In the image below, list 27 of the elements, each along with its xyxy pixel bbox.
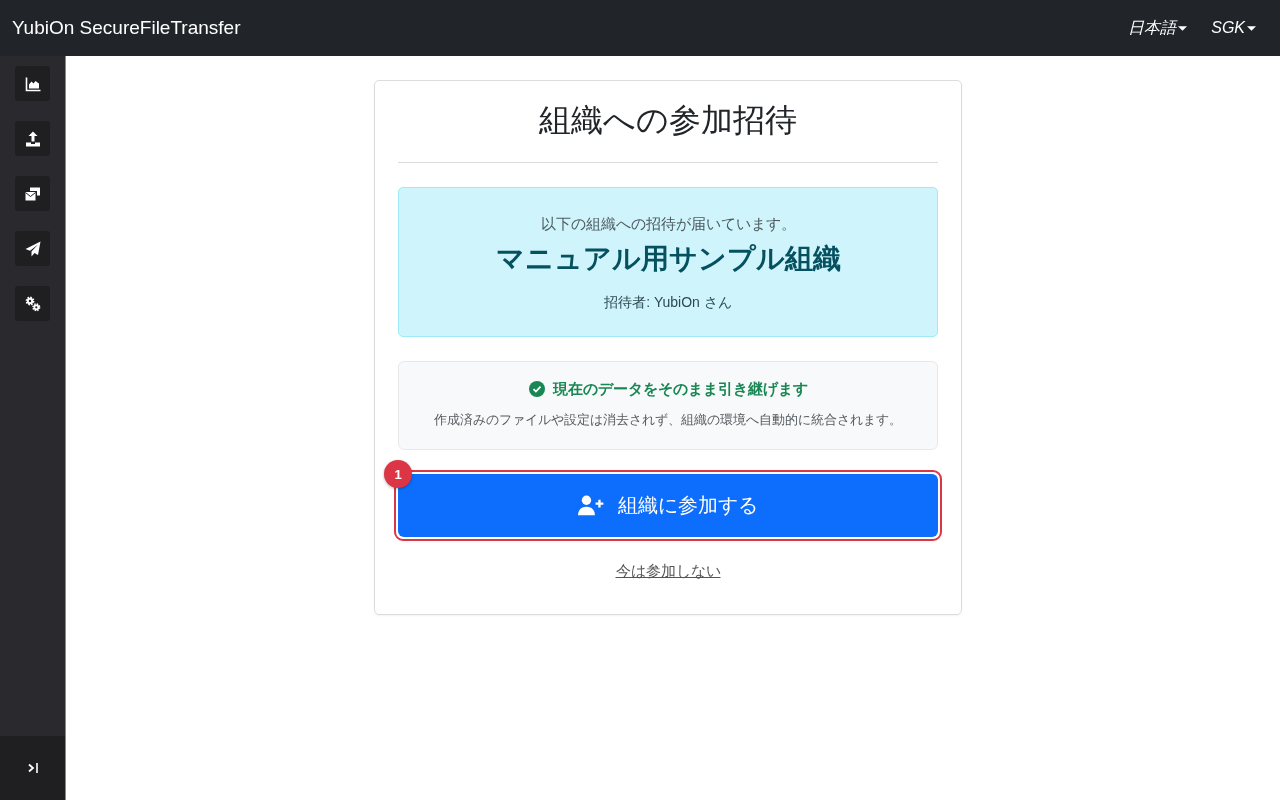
sidebar-button[interactable] (15, 286, 50, 321)
invitation-intro: 以下の組織への招待が届いています。 (540, 214, 796, 235)
sidebar-button[interactable] (15, 66, 50, 101)
nav-dropdown[interactable]: 日本語 (1128, 17, 1188, 39)
nav-dropdown[interactable]: SGK (1211, 17, 1256, 39)
gears-icon (24, 295, 41, 312)
inviter-text: 招待者: YubiOn さん (604, 293, 732, 313)
sidebar-button[interactable] (15, 231, 50, 266)
notice-text: 作成済みのファイルや設定は消去されず、組織の環境へ自動的に統合されます。 (434, 411, 902, 430)
area-chart-icon (24, 75, 41, 92)
sidebar-button[interactable] (15, 176, 50, 211)
notice-heading: 現在のデータをそのまま引き継げます (552, 379, 808, 400)
mail-stack-icon (24, 185, 41, 202)
caret-icon (1178, 25, 1188, 31)
check-circle-icon (528, 381, 545, 398)
step-badge: 1 (384, 460, 412, 489)
chevron-bar-icon (26, 762, 39, 774)
card-title: 組織への参加招待 (539, 101, 797, 140)
sidebar-button[interactable] (15, 121, 50, 156)
organization-name: マニュアル用サンプル組織 (495, 242, 841, 277)
paper-plane-icon (24, 240, 41, 257)
person-plus-icon (578, 495, 604, 517)
decline-link[interactable]: 今は参加しない (615, 560, 721, 583)
upload-icon (24, 130, 41, 147)
app-title: YubiOn SecureFileTransfer (12, 17, 241, 39)
caret-icon (1247, 25, 1256, 31)
sidebar-toggle-button[interactable] (0, 736, 65, 800)
